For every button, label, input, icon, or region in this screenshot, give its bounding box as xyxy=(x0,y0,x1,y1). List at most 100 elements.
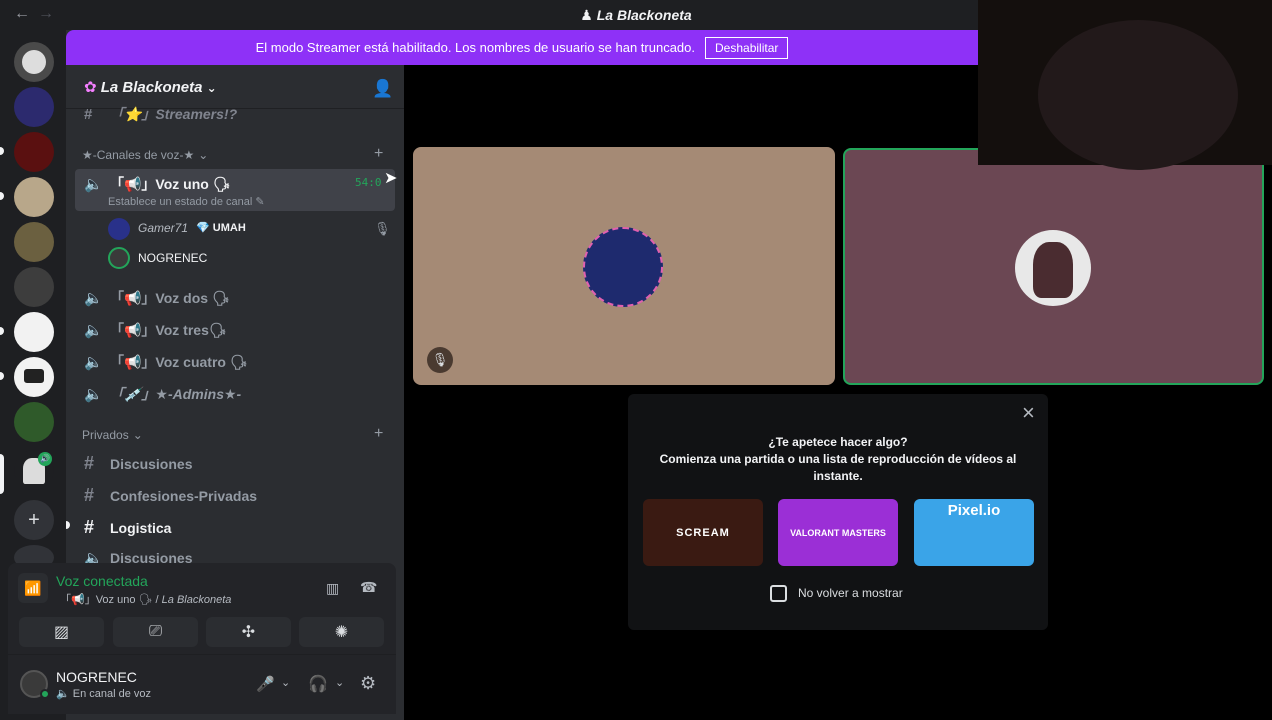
webcam-overlay xyxy=(978,0,1272,170)
game-card-pixelio[interactable]: Pixel.io xyxy=(914,499,1034,566)
dont-show-label[interactable]: No volver a mostrar xyxy=(798,586,903,600)
server-icon[interactable] xyxy=(14,357,54,397)
camera-off-button[interactable]: ▨ xyxy=(19,617,104,647)
server-name[interactable]: ✿ La Blackoneta ⌄ xyxy=(84,78,217,96)
voice-member-name[interactable]: Gamer71 xyxy=(138,221,188,235)
streamer-mode-banner: El modo Streamer está habilitado. Los no… xyxy=(66,30,978,65)
mic-muted-icon: 🎙 xyxy=(374,221,391,236)
voice-channel-uno[interactable]: 🔈 「📢」Voz uno 🗣 xyxy=(84,174,231,194)
user-status-text: En canal de voz xyxy=(72,688,152,700)
screen-share-icon: ⎚ xyxy=(149,623,162,640)
avatar xyxy=(108,218,130,240)
category-voice[interactable]: ★-Canales de voz-★ ⌄ xyxy=(82,148,208,162)
soundboard-button[interactable]: ✺ xyxy=(299,617,384,647)
voice-channel-dos[interactable]: 🔈 「📢」Voz dos 🗣 xyxy=(84,288,230,308)
screen-share-button[interactable]: ⎚ xyxy=(113,617,198,647)
server-icon-small: ♟ xyxy=(580,7,597,23)
unread-pill xyxy=(0,327,4,335)
server-name-text: La Blackoneta xyxy=(100,79,203,96)
chevron-down-icon[interactable]: ⌄ xyxy=(335,676,344,689)
voice-connection-panel: 📶 Voz conectada 「📢」Voz uno 🗣 / La Blacko… xyxy=(8,563,396,654)
voice-member-name[interactable]: NOGRENEC xyxy=(138,251,207,265)
noise-suppression-icon[interactable]: ▥ xyxy=(326,580,339,597)
banner-text: El modo Streamer está habilitado. Los no… xyxy=(255,40,695,55)
activity-question: ¿Te apetece hacer algo? xyxy=(768,435,908,449)
dont-show-checkbox[interactable] xyxy=(770,585,787,602)
category-label: ★-Canales de voz-★ xyxy=(82,148,195,162)
server-icon[interactable] xyxy=(14,177,54,217)
server-icon[interactable] xyxy=(14,267,54,307)
voice-detail[interactable]: 「📢」Voz uno 🗣 / La Blackoneta xyxy=(60,591,231,607)
channel-label: Logistica xyxy=(110,519,172,536)
game-card-scream[interactable]: SCREAM xyxy=(643,499,763,566)
hashtag-icon: # xyxy=(84,453,95,473)
channel-label: 「📢」Voz cuatro 🗣 xyxy=(110,354,248,370)
server-icon[interactable] xyxy=(14,87,54,127)
participant-tile[interactable]: 🎙 xyxy=(413,147,835,385)
channel-status-setter[interactable]: Establece un estado de canal ✎ xyxy=(108,195,265,208)
chevron-down-icon: ⌄ xyxy=(206,81,217,95)
add-server-icon[interactable]: + xyxy=(14,500,54,540)
settings-gear-icon[interactable]: ⚙ xyxy=(360,673,376,694)
disconnect-icon[interactable]: ☎ xyxy=(360,579,377,596)
server-icon[interactable] xyxy=(14,402,54,442)
voice-status[interactable]: Voz conectada xyxy=(56,573,148,589)
member-badge: 💎 UMAH xyxy=(196,221,246,234)
activities-button[interactable]: ✣ xyxy=(206,617,291,647)
channel-discusiones[interactable]: # Discusiones xyxy=(84,453,192,474)
server-boost-icon: ✿ xyxy=(84,79,101,96)
channel-streamers[interactable]: # 「⭐」Streamers!? xyxy=(84,104,237,124)
chevron-down-icon: ⌄ xyxy=(132,428,143,442)
disable-streamer-button[interactable]: Deshabilitar xyxy=(705,36,789,59)
channel-status-text: Establece un estado de canal xyxy=(108,196,253,208)
speaker-icon: 🔈 xyxy=(56,688,70,700)
unread-pill xyxy=(0,147,4,155)
signal-icon[interactable]: 📶 xyxy=(18,573,48,603)
channel-label: 「📢」Voz tres🗣 xyxy=(110,322,227,338)
soundboard-icon: ✺ xyxy=(334,624,349,641)
hashtag-icon: # xyxy=(84,517,95,537)
pencil-icon: ✎ xyxy=(255,196,265,208)
hashtag-icon: # xyxy=(84,105,93,123)
add-channel-icon[interactable]: + xyxy=(374,145,383,163)
selected-pill xyxy=(0,454,4,494)
speaker-lock-icon: 🔈 xyxy=(84,386,103,403)
server-icon[interactable] xyxy=(14,222,54,262)
unread-pill xyxy=(0,372,4,380)
user-panel: NOGRENEC 🔈 En canal de voz 🎤 ⌄ 🎧 ⌄ ⚙ xyxy=(8,654,396,714)
channel-label: 「⭐」Streamers!? xyxy=(110,106,238,122)
username[interactable]: NOGRENEC xyxy=(56,669,137,685)
add-channel-icon[interactable]: + xyxy=(374,425,383,443)
speaker-icon: 🔈 xyxy=(84,290,103,307)
mouse-cursor-icon: ➤ xyxy=(384,170,398,187)
chevron-down-icon[interactable]: ⌄ xyxy=(281,676,290,689)
gem-icon: 💎 xyxy=(196,222,210,234)
game-card-valorant[interactable]: VALORANT MASTERS xyxy=(778,499,898,566)
channel-label: Discusiones xyxy=(110,455,193,472)
camera-off-icon: ▨ xyxy=(53,624,70,641)
game-label: SCREAM xyxy=(676,526,730,539)
voice-channel-admins[interactable]: 🔈 「💉」★-Admins★- xyxy=(84,384,241,404)
speaker-icon: 🔈 xyxy=(84,176,103,193)
headphones-icon[interactable]: 🎧 xyxy=(308,674,328,694)
voice-channel-cuatro[interactable]: 🔈 「📢」Voz cuatro 🗣 xyxy=(84,352,248,372)
speaker-icon: 🔊 xyxy=(38,452,52,466)
category-privados[interactable]: Privados ⌄ xyxy=(82,428,143,442)
channel-confesiones[interactable]: # Confesiones-Privadas xyxy=(84,485,257,506)
participant-tile-speaking[interactable] xyxy=(843,148,1264,385)
activity-text: ¿Te apetece hacer algo? Comienza una par… xyxy=(658,434,1018,485)
server-icon[interactable] xyxy=(14,312,54,352)
channel-logistica[interactable]: # Logistica xyxy=(84,517,171,538)
unread-pill xyxy=(0,192,4,200)
mic-muted-icon: 🎙 xyxy=(427,347,453,373)
voice-channel-tres[interactable]: 🔈 「📢」Voz tres🗣 xyxy=(84,320,227,340)
channel-label: Confesiones-Privadas xyxy=(110,487,258,504)
close-icon[interactable]: × xyxy=(1022,400,1035,426)
add-member-icon[interactable]: 👤 xyxy=(372,79,393,99)
avatar xyxy=(583,227,663,307)
server-icon[interactable] xyxy=(14,132,54,172)
microphone-icon[interactable]: 🎤 xyxy=(256,675,275,693)
server-icon[interactable] xyxy=(14,42,54,82)
window-title-text: La Blackoneta xyxy=(596,7,692,23)
activities-icon: ✣ xyxy=(241,624,256,641)
